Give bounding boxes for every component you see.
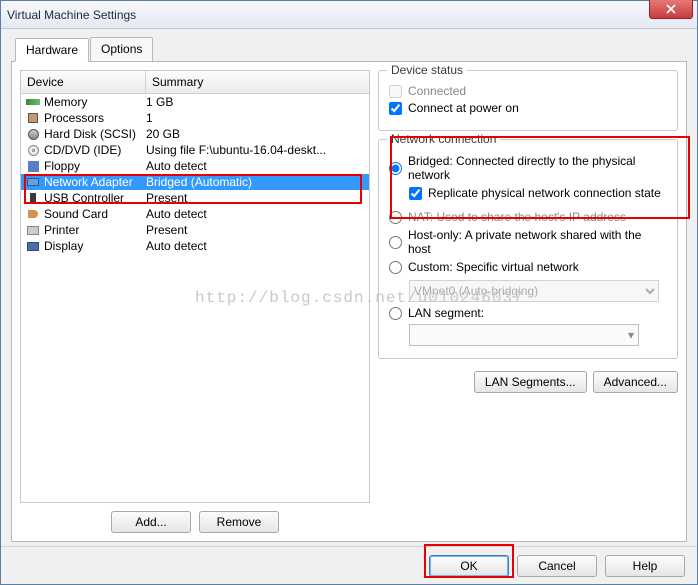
tab-options[interactable]: Options xyxy=(90,37,153,61)
device-name: CD/DVD (IDE) xyxy=(44,143,146,157)
connected-checkbox-row: Connected xyxy=(389,84,667,98)
device-name: Memory xyxy=(44,95,146,109)
network-connection-group: Network connection Bridged: Connected di… xyxy=(378,139,678,359)
device-row[interactable]: DisplayAuto detect xyxy=(21,238,369,254)
device-icon xyxy=(25,95,41,109)
advanced-button[interactable]: Advanced... xyxy=(593,371,678,393)
device-row[interactable]: Processors1 xyxy=(21,110,369,126)
device-summary: Auto detect xyxy=(146,207,369,221)
lansegment-radio-row[interactable]: LAN segment: xyxy=(389,306,667,320)
tab-hardware[interactable]: Hardware xyxy=(15,38,89,62)
custom-radio[interactable] xyxy=(389,261,402,274)
device-name: Processors xyxy=(44,111,146,125)
nat-radio[interactable] xyxy=(389,211,402,224)
custom-radio-row[interactable]: Custom: Specific virtual network xyxy=(389,260,667,274)
lansegment-select: ▾ xyxy=(409,324,639,346)
bridged-label: Bridged: Connected directly to the physi… xyxy=(408,154,667,182)
device-name: Floppy xyxy=(44,159,146,173)
device-summary: Using file F:\ubuntu-16.04-deskt... xyxy=(146,143,369,157)
device-icon xyxy=(25,111,41,125)
group-title-status: Device status xyxy=(387,63,467,77)
replicate-checkbox-row[interactable]: Replicate physical network connection st… xyxy=(409,186,667,200)
device-status-group: Device status Connected Connect at power… xyxy=(378,70,678,131)
device-name: Printer xyxy=(44,223,146,237)
poweron-checkbox-row[interactable]: Connect at power on xyxy=(389,101,667,115)
hostonly-radio-row[interactable]: Host-only: A private network shared with… xyxy=(389,228,667,256)
connected-checkbox xyxy=(389,85,402,98)
column-summary[interactable]: Summary xyxy=(146,71,369,93)
device-icon xyxy=(25,191,41,205)
poweron-label: Connect at power on xyxy=(408,101,519,115)
device-icon xyxy=(25,175,41,189)
device-name: Hard Disk (SCSI) xyxy=(44,127,146,141)
custom-label: Custom: Specific virtual network xyxy=(408,260,579,274)
device-row[interactable]: Hard Disk (SCSI)20 GB xyxy=(21,126,369,142)
connected-label: Connected xyxy=(408,84,466,98)
device-row[interactable]: PrinterPresent xyxy=(21,222,369,238)
device-row[interactable]: FloppyAuto detect xyxy=(21,158,369,174)
vm-settings-window: Virtual Machine Settings Hardware Option… xyxy=(0,0,698,585)
replicate-checkbox[interactable] xyxy=(409,187,422,200)
device-summary: Auto detect xyxy=(146,159,369,173)
device-icon xyxy=(25,223,41,237)
nat-label: NAT: Used to share the host's IP address xyxy=(408,210,626,224)
device-summary: Auto detect xyxy=(146,239,369,253)
nat-radio-row[interactable]: NAT: Used to share the host's IP address xyxy=(389,210,667,224)
remove-button[interactable]: Remove xyxy=(199,511,279,533)
device-icon xyxy=(25,159,41,173)
device-name: Network Adapter xyxy=(44,175,146,189)
hostonly-label: Host-only: A private network shared with… xyxy=(408,228,667,256)
titlebar: Virtual Machine Settings xyxy=(1,1,697,29)
bridged-radio-row[interactable]: Bridged: Connected directly to the physi… xyxy=(389,154,667,182)
device-summary: 1 xyxy=(146,111,369,125)
device-icon xyxy=(25,143,41,157)
device-name: Display xyxy=(44,239,146,253)
hostonly-radio[interactable] xyxy=(389,236,402,249)
cancel-button[interactable]: Cancel xyxy=(517,555,597,577)
device-summary: 20 GB xyxy=(146,127,369,141)
device-summary: Present xyxy=(146,223,369,237)
lan-segments-button[interactable]: LAN Segments... xyxy=(474,371,587,393)
column-device[interactable]: Device xyxy=(21,71,146,93)
bridged-radio[interactable] xyxy=(389,162,402,175)
lansegment-label: LAN segment: xyxy=(408,306,484,320)
device-name: Sound Card xyxy=(44,207,146,221)
window-title: Virtual Machine Settings xyxy=(7,8,136,22)
close-button[interactable] xyxy=(649,0,693,19)
device-icon xyxy=(25,127,41,141)
add-button[interactable]: Add... xyxy=(111,511,191,533)
device-row[interactable]: CD/DVD (IDE)Using file F:\ubuntu-16.04-d… xyxy=(21,142,369,158)
group-title-netconn: Network connection xyxy=(387,132,500,146)
device-list-header: Device Summary xyxy=(21,71,369,94)
device-summary: Present xyxy=(146,191,369,205)
close-icon xyxy=(666,4,676,14)
device-row[interactable]: Network AdapterBridged (Automatic) xyxy=(21,174,369,190)
button-bar: OK Cancel Help xyxy=(1,546,697,584)
device-row[interactable]: Memory1 GB xyxy=(21,94,369,110)
poweron-checkbox[interactable] xyxy=(389,102,402,115)
lansegment-radio[interactable] xyxy=(389,307,402,320)
tab-strip: Hardware Options xyxy=(11,37,687,62)
help-button[interactable]: Help xyxy=(605,555,685,577)
device-icon xyxy=(25,207,41,221)
device-summary: 1 GB xyxy=(146,95,369,109)
device-row[interactable]: Sound CardAuto detect xyxy=(21,206,369,222)
device-name: USB Controller xyxy=(44,191,146,205)
device-icon xyxy=(25,239,41,253)
replicate-label: Replicate physical network connection st… xyxy=(428,186,661,200)
device-summary: Bridged (Automatic) xyxy=(146,175,369,189)
vmnet-select: VMnet0 (Auto-bridging) xyxy=(409,280,659,302)
device-row[interactable]: USB ControllerPresent xyxy=(21,190,369,206)
ok-button[interactable]: OK xyxy=(429,555,509,577)
device-list[interactable]: Device Summary Memory1 GBProcessors1Hard… xyxy=(20,70,370,503)
